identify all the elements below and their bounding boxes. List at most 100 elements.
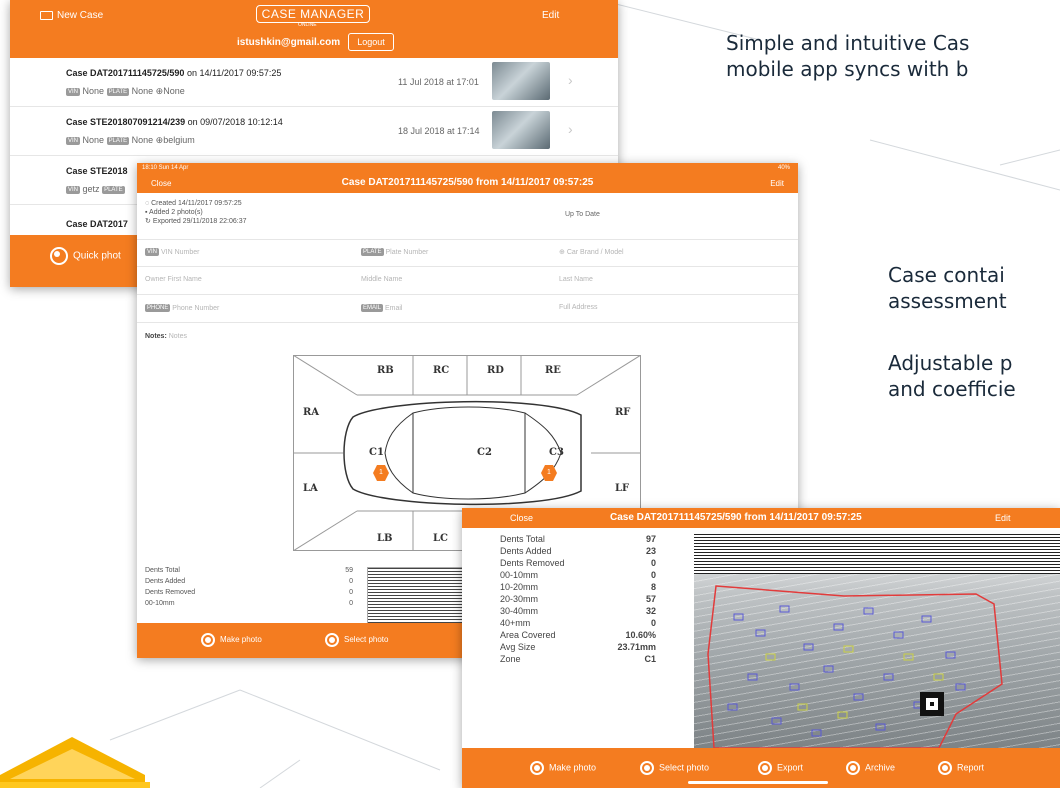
stat-value: 10.60% [625, 630, 656, 640]
zone-c3[interactable]: C3 [549, 447, 564, 458]
stat-row: Dents Total 97 [500, 534, 656, 545]
zone-rb[interactable]: RB [377, 365, 394, 376]
zone-lf[interactable]: LF [615, 483, 629, 494]
marketing-line-1: Simple and intuitive Cas [726, 31, 970, 55]
marketing-line-3: Case contai [888, 263, 1005, 287]
make-photo-label: Make photo [549, 762, 597, 773]
user-email: istushkin@gmail.com [237, 37, 341, 48]
stat-value: 57 [645, 594, 656, 604]
report-edit-button[interactable]: Edit [995, 513, 1011, 523]
select-photo-button[interactable]: Select photo [325, 633, 388, 647]
zone-c1[interactable]: C1 [369, 447, 384, 458]
report-button[interactable]: Report [938, 761, 984, 775]
zone-la[interactable]: LA [303, 483, 318, 494]
notes-field[interactable]: Notes: Notes [145, 333, 187, 340]
make-photo-button[interactable]: Make photo [201, 633, 262, 647]
camera-icon [50, 247, 68, 265]
stat-row: Dents Removed 0 [500, 558, 656, 569]
case-list-row[interactable]: Case DAT201711145725/590 on 14/11/2017 0… [10, 58, 618, 106]
plate-tag: PLATE [106, 136, 130, 145]
zone-re[interactable]: RE [545, 365, 561, 376]
make-photo-label: Make photo [220, 635, 262, 645]
stat-label: Dents Total [145, 567, 180, 574]
middle-name-field[interactable]: Middle Name [361, 276, 402, 283]
export-button[interactable]: Export [758, 761, 803, 775]
address-field[interactable]: Full Address [559, 304, 598, 311]
archive-label: Archive [865, 762, 896, 773]
case-date: 11 Jul 2018 at 17:01 [398, 77, 479, 87]
zone-rd[interactable]: RD [487, 365, 504, 376]
email-field[interactable]: EMAIL Email [361, 304, 402, 312]
report-make-photo-button[interactable]: Make photo [530, 761, 596, 775]
list-edit-button[interactable]: Edit [542, 10, 559, 21]
stat-value: 0 [349, 589, 353, 596]
stat-label: Dents Removed [500, 558, 565, 568]
new-case-icon [40, 10, 53, 20]
vin-field[interactable]: VIN VIN Number [145, 248, 199, 256]
report-close-button[interactable]: Close [510, 513, 533, 523]
dent-stats: Dents Total 97 Dents Added 23 Dents Remove… [500, 534, 656, 684]
dent-report-footer: Make photo Select photo Export Archive R… [462, 748, 1060, 788]
detail-title: Case DAT201711145725/590 from 14/11/2017… [341, 177, 594, 188]
vin-placeholder: VIN Number [160, 248, 200, 256]
brand-value: belgium [163, 135, 195, 145]
first-name-field[interactable]: Owner First Name [145, 276, 202, 283]
report-select-photo-button[interactable]: Select photo [640, 761, 709, 775]
archive-button[interactable]: Archive [846, 761, 895, 775]
export-label: Export [777, 762, 804, 773]
status-time: 18:10 Sun 14 Apr [142, 165, 189, 171]
stat-label: 40+mm [500, 618, 531, 628]
stat-label: 30-40mm [500, 606, 539, 616]
logout-button[interactable]: Logout [348, 33, 394, 51]
case-created: on 09/07/2018 10:12:14 [187, 117, 283, 127]
plate-value: None [131, 135, 154, 145]
detail-edit-button[interactable]: Edit [770, 179, 784, 188]
stat-label: 20-30mm [500, 594, 539, 604]
status-battery: 40% [777, 165, 790, 171]
quick-photo-button[interactable]: Quick phot [50, 247, 121, 265]
report-icon [938, 761, 952, 775]
marketing-line-5: Adjustable p [888, 351, 1013, 375]
vin-tag: VIN [66, 136, 81, 145]
divider [137, 322, 798, 323]
zone-lb[interactable]: LB [377, 533, 392, 544]
home-indicator [688, 781, 828, 784]
select-photo-label: Select photo [344, 635, 389, 645]
case-list-row[interactable]: Case STE201807091214/239 on 09/07/2018 1… [10, 107, 618, 155]
plate-field[interactable]: PLATE Plate Number [361, 248, 428, 256]
stat-label: Avg Size [500, 642, 536, 652]
stat-value: C1 [644, 654, 656, 664]
case-thumbnail [492, 62, 550, 100]
zone-rf[interactable]: RF [615, 407, 630, 418]
last-name-field[interactable]: Last Name [559, 276, 593, 283]
stat-value: 0 [349, 600, 353, 607]
divider [137, 239, 798, 240]
stat-row: 20-30mm 57 [500, 594, 656, 605]
zone-c2[interactable]: C2 [477, 447, 492, 458]
marketing-line-2: mobile app syncs with b [726, 57, 969, 81]
case-name: Case STE2018 [66, 166, 128, 176]
vin-tag: VIN [66, 185, 81, 194]
dent-scan-photo[interactable] [694, 534, 1060, 748]
dent-report-header: Close Case DAT201711145725/590 from 14/1… [462, 508, 1060, 528]
select-photo-label: Select photo [659, 762, 710, 773]
vin-tag: VIN [145, 248, 160, 256]
archive-icon [846, 761, 860, 775]
stat-label: Dents Added [500, 546, 552, 556]
zone-ra[interactable]: RA [303, 407, 319, 418]
camera-icon [530, 761, 544, 775]
new-case-button[interactable]: New Case [40, 10, 103, 21]
phone-field[interactable]: PHONE Phone Number [145, 304, 219, 312]
stat-value: 59 [345, 567, 353, 574]
stat-row: 30-40mm 32 [500, 606, 656, 617]
stat-value: 0 [650, 618, 656, 628]
globe-icon: ⊕ [559, 249, 567, 256]
zone-rc[interactable]: RC [433, 365, 449, 376]
stat-label: 10-20mm [500, 582, 539, 592]
brand-field[interactable]: ⊕ Car Brand / Model [559, 248, 624, 256]
stat-value: 97 [645, 534, 656, 544]
email-tag: EMAIL [361, 304, 384, 312]
zone-lc[interactable]: LC [433, 533, 448, 544]
stat-label: Zone [500, 654, 521, 664]
case-created: on 14/11/2017 09:57:25 [186, 68, 282, 78]
